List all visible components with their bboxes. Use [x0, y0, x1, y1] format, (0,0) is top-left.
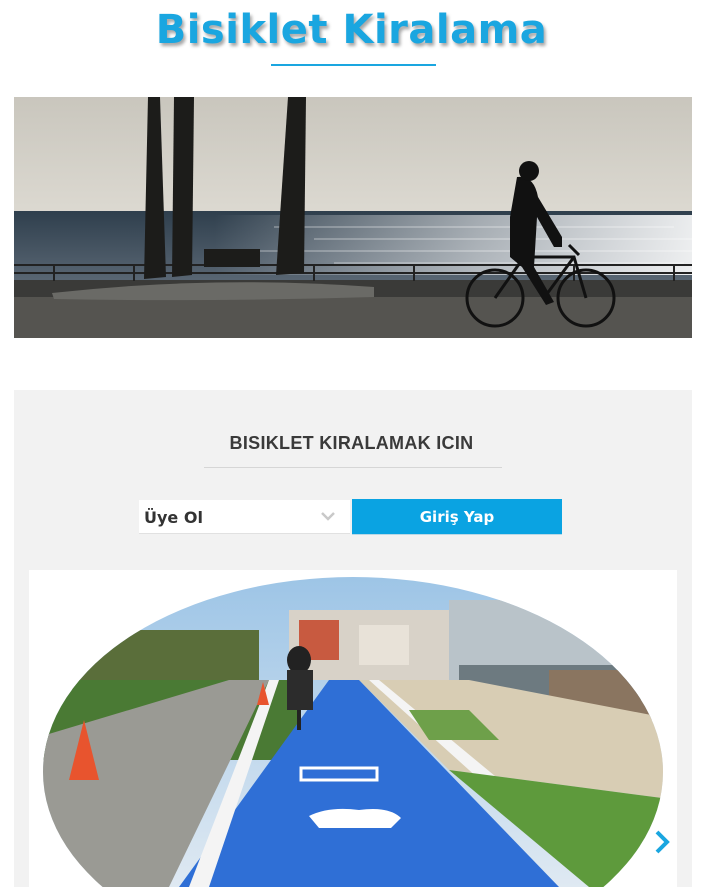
login-button[interactable]: Giriş Yap	[352, 499, 562, 534]
site-title: Bisiklet Kiralama	[155, 7, 548, 53]
rental-heading: BISIKLET KIRALAMAK ICIN	[229, 433, 474, 453]
signup-select-value: Üye Ol	[144, 508, 203, 527]
image-slider	[29, 570, 677, 887]
chevron-right-icon[interactable]	[651, 829, 675, 855]
slide-image	[43, 577, 663, 887]
hero-image	[14, 97, 692, 338]
title-underline	[271, 64, 436, 66]
chevron-down-icon	[321, 512, 335, 521]
heading-divider	[204, 467, 502, 468]
signup-select[interactable]: Üye Ol	[139, 500, 350, 534]
